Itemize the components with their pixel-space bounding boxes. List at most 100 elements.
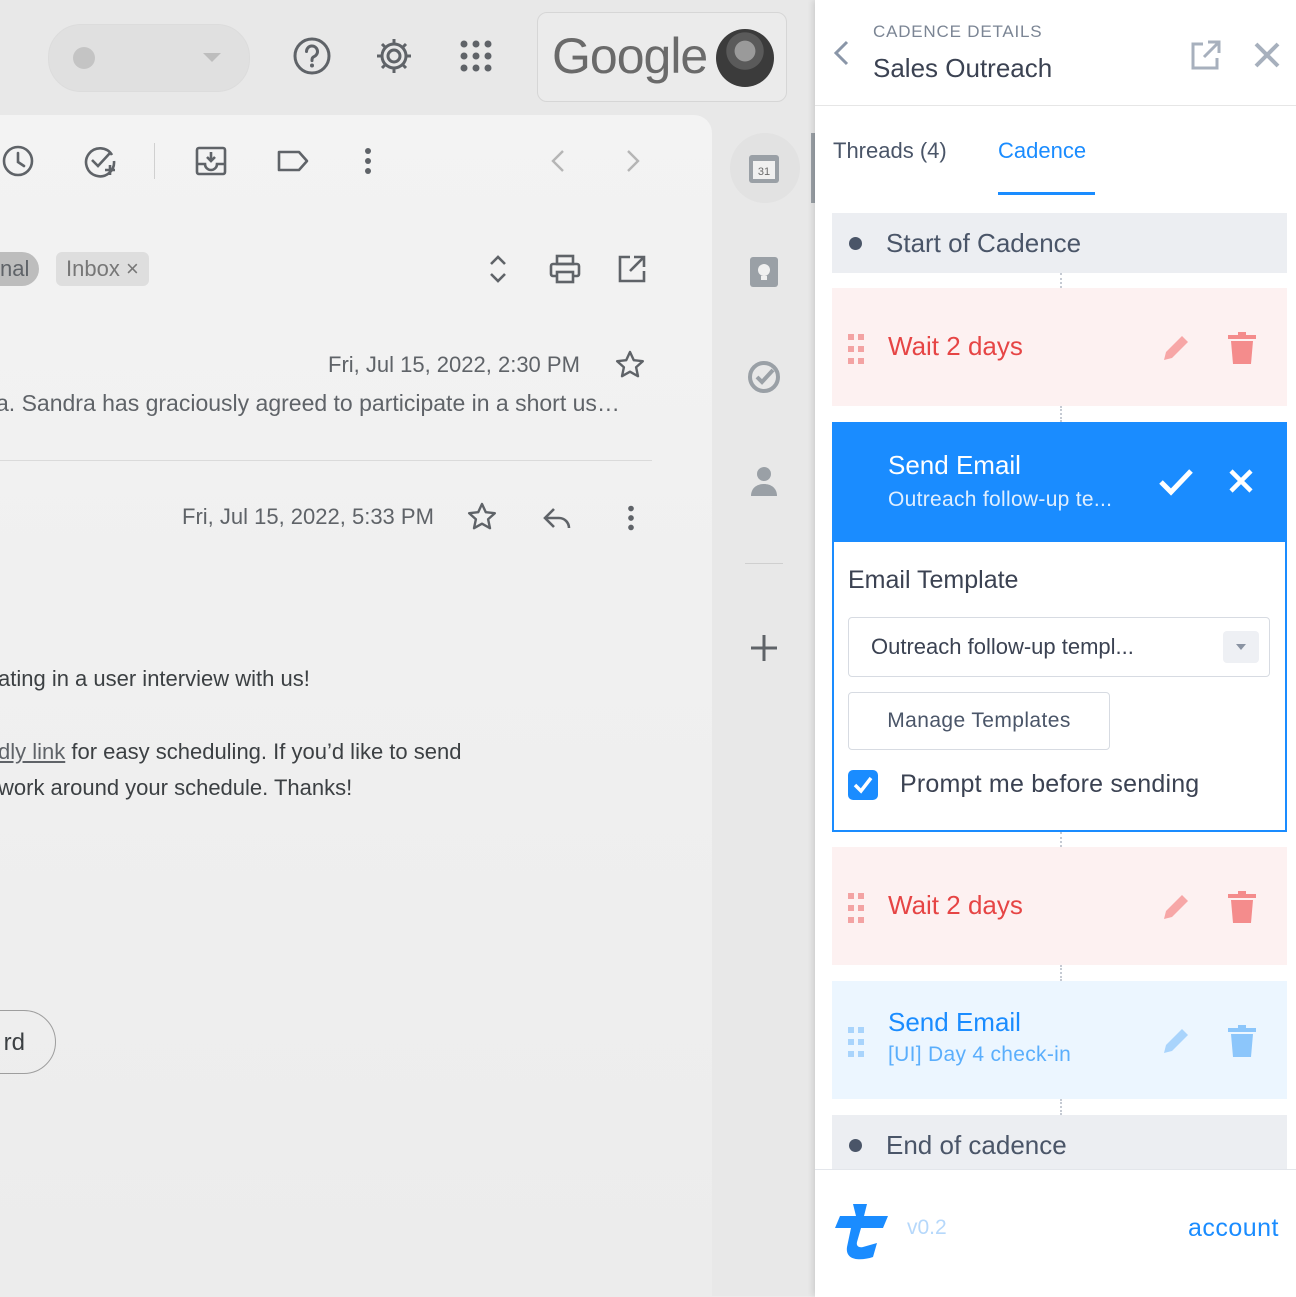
snooze-clock-icon[interactable] — [0, 143, 36, 179]
trash-icon[interactable] — [1228, 891, 1256, 923]
star-icon[interactable] — [466, 501, 498, 533]
open-external-icon[interactable] — [1189, 38, 1223, 72]
edit-pencil-icon[interactable] — [1160, 332, 1192, 364]
scheduling-link[interactable]: dly link — [0, 739, 65, 764]
message-date: Fri, Jul 15, 2022, 2:30 PM — [328, 352, 580, 377]
inbox-chip-label: Inbox — [66, 256, 120, 281]
trash-icon[interactable] — [1228, 1025, 1256, 1057]
step-connector — [1060, 406, 1062, 422]
panel-footer: v0.2 account — [815, 1169, 1296, 1297]
forward-button[interactable]: rd — [0, 1010, 56, 1074]
rail-divider — [745, 563, 783, 564]
caret-down-icon — [203, 53, 221, 62]
add-task-icon[interactable] — [82, 143, 118, 179]
avatar[interactable] — [716, 29, 774, 87]
trash-icon[interactable] — [1228, 332, 1256, 364]
step-label: Wait 2 days — [888, 331, 1023, 361]
checkmark-icon — [853, 776, 873, 794]
message-body-line: ating in a user interview with us! — [0, 666, 310, 691]
template-select-value: Outreach follow-up templ... — [871, 634, 1134, 659]
send-email-step[interactable]: Send Email [UI] Day 4 check-in — [832, 981, 1287, 1099]
gmail-background: Google nal Inbox × Fri, Jul 15, 2022, 2:… — [0, 0, 815, 1296]
tab-threads[interactable]: Threads (4) — [833, 138, 947, 164]
chevron-left-icon[interactable] — [541, 143, 577, 179]
step-title: Send Email — [888, 1007, 1021, 1037]
step-subtitle: Outreach follow-up te... — [888, 488, 1113, 511]
cadence-start-step: Start of Cadence — [832, 213, 1287, 273]
drag-handle-icon[interactable] — [848, 1027, 864, 1057]
select-caret-button[interactable] — [1223, 631, 1259, 663]
google-wordmark: Google — [552, 28, 708, 84]
calendar-icon[interactable]: 31 — [745, 149, 783, 187]
wait-step[interactable]: Wait 2 days — [832, 288, 1287, 406]
send-email-step-editor: Send Email Outreach follow-up te... Emai… — [832, 422, 1287, 832]
panel-header: CADENCE DETAILS Sales Outreach — [815, 0, 1296, 106]
drag-handle-icon[interactable] — [848, 334, 864, 364]
gmail-topbar: Google — [0, 0, 815, 115]
more-vert-icon[interactable] — [614, 501, 648, 535]
message-body-line: dly link for easy scheduling. If you’d l… — [0, 739, 461, 765]
cadence-panel: CADENCE DETAILS Sales Outreach Threads (… — [815, 0, 1296, 1297]
reply-icon[interactable] — [540, 501, 574, 535]
expand-all-icon[interactable] — [480, 251, 516, 287]
back-chevron-icon[interactable] — [831, 38, 853, 68]
step-dot — [849, 1139, 862, 1152]
message-divider — [0, 460, 652, 461]
message-body-text: for easy scheduling. If you’d like to se… — [65, 739, 462, 764]
brand-logo-icon — [835, 1204, 888, 1260]
prompt-before-sending-label[interactable]: Prompt me before sending — [900, 770, 1199, 799]
print-icon[interactable] — [547, 251, 583, 287]
step-connector — [1060, 965, 1062, 981]
panel-kicker: CADENCE DETAILS — [873, 22, 1043, 41]
email-template-select[interactable]: Outreach follow-up templ... — [848, 617, 1270, 677]
label-chip[interactable]: nal — [0, 252, 40, 286]
step-connector — [1060, 832, 1062, 847]
move-to-icon[interactable] — [193, 143, 229, 179]
open-new-window-icon[interactable] — [614, 251, 650, 287]
gmail-side-rail: 31 — [712, 115, 815, 1296]
add-addon-icon[interactable] — [745, 629, 783, 667]
cancel-x-icon[interactable] — [1228, 468, 1254, 494]
step-label: Start of Cadence — [886, 228, 1082, 258]
help-icon[interactable] — [292, 36, 332, 76]
inbox-chip[interactable]: Inbox × — [56, 252, 149, 286]
status-selector[interactable] — [48, 24, 250, 92]
label-tag-icon[interactable] — [275, 143, 311, 179]
apps-grid-icon[interactable] — [456, 36, 496, 76]
page-title: Sales Outreach — [873, 53, 1053, 83]
edit-pencil-icon[interactable] — [1160, 1025, 1192, 1057]
send-email-step-header: Send Email Outreach follow-up te... — [832, 422, 1287, 542]
step-dot — [849, 237, 862, 250]
keep-icon[interactable] — [745, 253, 783, 291]
more-vert-icon[interactable] — [350, 143, 386, 179]
step-subtitle: [UI] Day 4 check-in — [888, 1043, 1072, 1066]
toolbar-divider — [154, 143, 155, 179]
tab-cadence[interactable]: Cadence — [998, 138, 1086, 164]
confirm-check-icon[interactable] — [1158, 466, 1194, 498]
wait-step[interactable]: Wait 2 days — [832, 847, 1287, 965]
template-heading: Email Template — [848, 566, 1019, 594]
message-snippet[interactable]: a. Sandra has graciously agreed to parti… — [0, 390, 620, 417]
message-body-line: work around your schedule. Thanks! — [0, 775, 353, 800]
tasks-icon[interactable] — [745, 358, 783, 396]
drag-handle-icon[interactable] — [848, 893, 864, 923]
status-dot — [73, 47, 95, 69]
chevron-right-icon[interactable] — [614, 143, 650, 179]
edit-pencil-icon[interactable] — [1160, 891, 1192, 923]
google-account-box[interactable]: Google — [537, 12, 787, 102]
prompt-before-sending-checkbox[interactable] — [848, 770, 878, 800]
step-label: Wait 2 days — [888, 890, 1023, 920]
message-date: Fri, Jul 15, 2022, 5:33 PM — [182, 504, 434, 529]
gmail-message-pane: nal Inbox × Fri, Jul 15, 2022, 2:30 PM a… — [0, 115, 712, 1296]
step-label: End of cadence — [886, 1130, 1067, 1160]
manage-templates-button[interactable]: Manage Templates — [848, 692, 1110, 750]
settings-gear-icon[interactable] — [374, 36, 414, 76]
chip-remove-icon[interactable]: × — [126, 256, 139, 281]
star-icon[interactable] — [614, 349, 646, 381]
step-title: Send Email — [888, 450, 1021, 480]
active-tab-underline — [998, 192, 1095, 195]
close-icon[interactable] — [1252, 40, 1282, 70]
account-link[interactable]: account — [1188, 1214, 1279, 1243]
caret-down-icon — [1236, 644, 1246, 650]
contacts-icon[interactable] — [745, 462, 783, 500]
